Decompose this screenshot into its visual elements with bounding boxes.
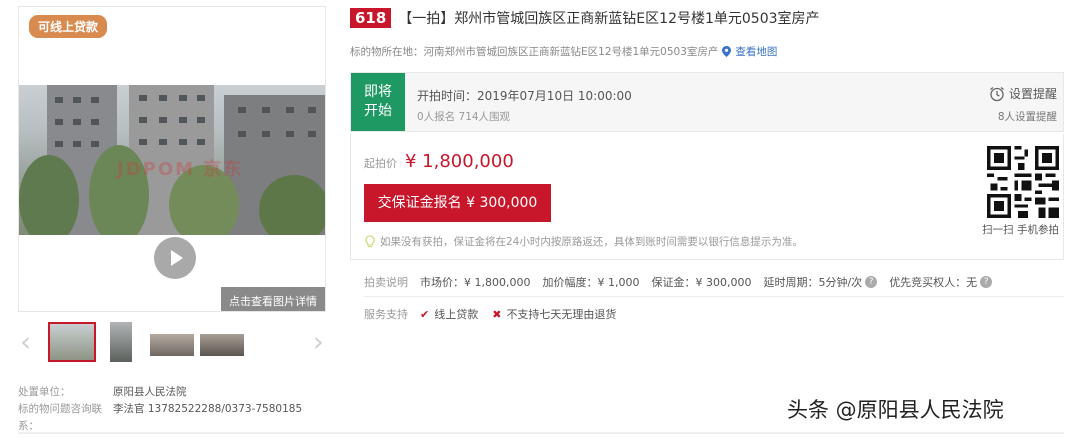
main-property-photo[interactable]: JDPOM 京东 [19,85,325,235]
deposit-amount: 保证金：¥ 300,000 [651,276,752,289]
auction-title-row: 618 【一拍】郑州市管城回族区正商新蓝钻E区12号楼1单元0503室房产 [350,8,820,28]
status-line-1: 即将 [364,84,392,100]
starting-price-row: 起拍价 ¥ 1,800,000 [364,151,514,172]
view-map-link[interactable]: 查看地图 [735,44,777,59]
play-video-button[interactable] [154,237,196,279]
help-icon[interactable]: ? [865,276,878,288]
pay-deposit-register-button[interactable]: 交保证金报名 ¥ 300,000 [364,184,551,222]
cross-icon: ✖ [492,307,502,321]
divider [18,432,1064,434]
start-time: 开拍时间：2019年07月10日 10:00:00 [417,89,632,103]
auction-title: 【一拍】郑州市管城回族区正商新蓝钻E区12号楼1单元0503室房产 [398,11,820,27]
photo-tree [19,155,79,235]
checkmark-icon: ✔ [420,307,430,321]
map-pin-icon [722,46,732,57]
reminder-count: 8人设置提醒 [997,111,1057,123]
thumbnail[interactable] [110,322,132,362]
thumbnail-strip: ‹ › [18,318,326,368]
refund-note-text: 如果没有获拍，保证金将在24小时内按原路返还，具体到账时间需要以银行信息提示为准… [380,236,803,248]
set-reminder-label: 设置提醒 [1008,87,1057,101]
set-reminder-button[interactable]: 设置提醒 [989,85,1057,102]
price-panel: 起拍价 ¥ 1,800,000 交保证金报名 ¥ 300,000 如果没有获拍，… [350,134,1064,260]
disposal-unit-value: 原阳县人民法院 [113,386,187,398]
lightbulb-icon [365,235,375,248]
status-line-2: 开始 [364,103,392,119]
contact-label: 标的物问题咨询联系： [18,403,102,432]
thumbnail[interactable] [200,334,244,356]
photo-watermark: JDPOM 京东 [117,159,244,180]
service-label: 服务支持 [364,308,408,321]
chevron-left-icon[interactable]: ‹ [20,328,31,356]
no-return-policy: 不支持七天无理由退货 [506,308,617,321]
divider [364,296,1064,297]
starting-price-label: 起拍价 [364,157,397,170]
signup-view-counts: 0人报名 714人围观 [417,111,511,123]
priority-bidder: 优先竞买权人：无 [889,276,978,289]
location-text: 标的物所在地：河南郑州市管城回族区正商新蓝钻E区12号楼1单元0503室房产 [350,46,719,58]
alarm-clock-icon [990,86,1004,101]
chevron-right-icon[interactable]: › [313,328,324,356]
market-price: 市场价：¥ 1,800,000 [420,276,531,289]
thumbnail[interactable] [150,334,194,356]
photo-gallery: 可线上贷款 JDPOM 京东 点击查看图片详情 [18,6,326,312]
disposal-info: 处置单位： 原阳县人民法院 标的物问题咨询联系： 李法官 13782522288… [18,384,302,435]
delay-period: 延时周期：5分钟/次 [763,276,863,289]
location-row: 标的物所在地：河南郑州市管城回族区正商新蓝钻E区12号楼1单元0503室房产 查… [350,44,777,59]
qr-caption: 扫一扫 手机参拍 [982,224,1059,236]
thumbnail[interactable] [48,322,96,362]
bid-increment: 加价幅度：¥ 1,000 [542,276,640,289]
disposal-unit-label: 处置单位： [18,386,71,398]
auction-rules-row: 拍卖说明 市场价：¥ 1,800,000 加价幅度：¥ 1,000 保证金：¥ … [364,274,1004,290]
online-loan-service: 线上贷款 [434,308,479,321]
auction-status-bar: 即将 开始 开拍时间：2019年07月10日 10:00:00 0人报名 714… [350,72,1064,132]
status-badge: 即将 开始 [351,73,405,131]
qr-code-icon[interactable] [987,146,1059,218]
priority-bidder-item: 优先竞买权人：无 ? [889,274,993,290]
contact-value: 李法官 13782522288/0373-7580185 [113,403,303,415]
refund-note: 如果没有获拍，保证金将在24小时内按原路返还，具体到账时间需要以银行信息提示为准… [364,234,803,249]
delay-period-item: 延时周期：5分钟/次 ? [763,274,878,290]
rules-label: 拍卖说明 [364,276,408,289]
service-support-row: 服务支持 ✔ 线上贷款 ✖ 不支持七天无理由退货 [364,306,616,322]
promo-badge: 618 [350,8,392,28]
starting-price-value: ¥ 1,800,000 [405,151,514,172]
view-photo-details-button[interactable]: 点击查看图片详情 [221,287,325,311]
source-watermark: 头条 @原阳县人民法院 [787,398,1004,422]
help-icon[interactable]: ? [980,276,993,288]
photo-tree [259,175,325,235]
online-loan-badge: 可线上贷款 [29,15,108,38]
